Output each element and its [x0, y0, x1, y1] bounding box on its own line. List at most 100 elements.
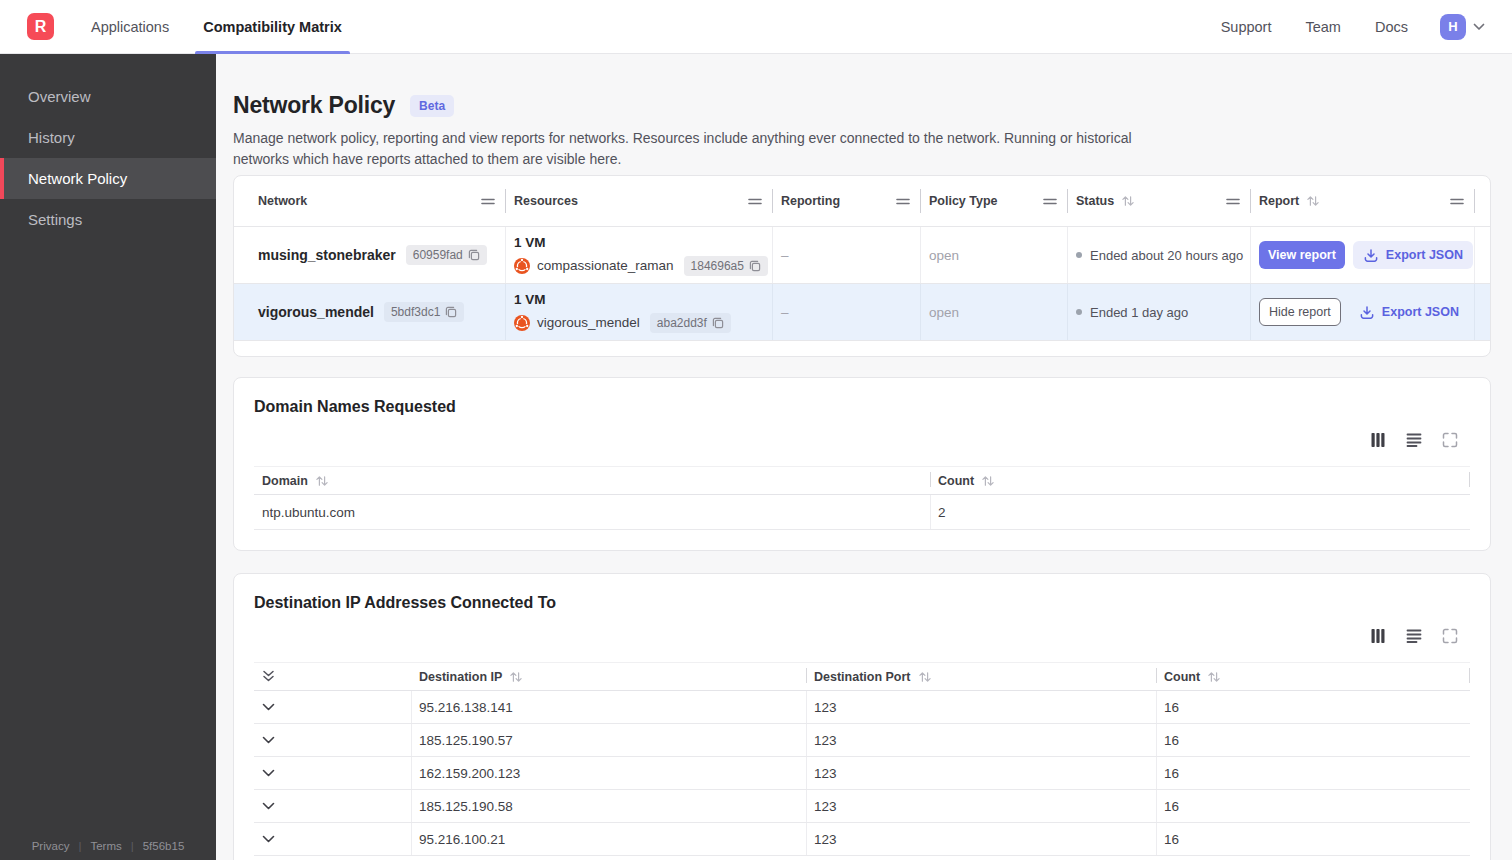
domain-names-card: Domain Names Requested Domain Count ntp.… [233, 377, 1491, 551]
chevron-down-icon[interactable] [262, 769, 275, 778]
dest-table-row[interactable]: 95.216.100.21 123 16 [254, 823, 1470, 856]
table-toolbar [254, 628, 1458, 644]
chevron-down-icon[interactable] [262, 835, 275, 844]
column-header-policy-type[interactable]: Policy Type [921, 176, 1068, 226]
nav-tab-applications[interactable]: Applications [74, 0, 186, 54]
sidebar-item-history[interactable]: History [0, 117, 216, 158]
sidebar-item-overview[interactable]: Overview [0, 76, 216, 117]
dest-table-row[interactable]: 185.125.190.57 123 16 [254, 724, 1470, 757]
resource-name: vigorous_mendel [537, 315, 640, 330]
sort-icon[interactable] [981, 475, 995, 487]
column-header-report[interactable]: Report [1251, 176, 1475, 226]
user-menu[interactable]: H [1440, 14, 1485, 40]
status-cell: Ended 1 day ago [1068, 284, 1251, 340]
fullscreen-icon[interactable] [1442, 432, 1458, 448]
nav-tab-compatibility-matrix[interactable]: Compatibility Matrix [186, 0, 359, 54]
nav-link-docs[interactable]: Docs [1375, 19, 1408, 35]
copy-icon[interactable] [712, 317, 724, 329]
expand-all-icon[interactable] [262, 670, 275, 683]
column-header-count[interactable]: Count [1156, 663, 1470, 691]
column-header-destination-ip[interactable]: Destination IP [411, 663, 806, 691]
copy-icon[interactable] [445, 306, 457, 318]
network-row-vigorous-mendel[interactable]: vigorous_mendel 5bdf3dc1 1 VM vigorous_m… [234, 283, 1490, 341]
privacy-link[interactable]: Privacy [32, 840, 70, 852]
column-header-resources[interactable]: Resources [506, 176, 773, 226]
sort-icon[interactable] [509, 671, 523, 683]
copy-icon[interactable] [468, 249, 480, 261]
ip-cell: 185.125.190.57 [411, 724, 806, 757]
column-resize-handle[interactable] [481, 197, 495, 206]
chevron-down-icon [1473, 23, 1485, 31]
network-name: musing_stonebraker [258, 247, 396, 263]
column-resize-handle[interactable] [1450, 197, 1464, 206]
column-header-destination-port[interactable]: Destination Port [806, 663, 1156, 691]
fullscreen-icon[interactable] [1442, 628, 1458, 644]
resource-name: compassionate_raman [537, 258, 674, 273]
network-policy-table-card: Network Resources Reporting Policy Type … [233, 175, 1491, 357]
avatar[interactable]: H [1440, 14, 1466, 40]
count-cell: 16 [1156, 757, 1470, 790]
sort-icon[interactable] [918, 671, 932, 683]
row-density-icon[interactable] [1406, 628, 1422, 644]
column-header-domain[interactable]: Domain [254, 467, 930, 495]
sidebar-item-settings[interactable]: Settings [0, 199, 216, 240]
column-resize-handle[interactable] [896, 197, 910, 206]
columns-icon[interactable] [1370, 432, 1386, 448]
domain-table-row[interactable]: ntp.ubuntu.com 2 [254, 495, 1470, 530]
vm-count: 1 VM [514, 292, 764, 307]
expand-cell [254, 823, 411, 856]
ip-cell: 162.159.200.123 [411, 757, 806, 790]
column-resize-handle[interactable] [1226, 197, 1240, 206]
column-header-network[interactable]: Network [234, 176, 506, 226]
beta-badge: Beta [410, 95, 454, 117]
row-gutter [1475, 284, 1491, 340]
app-logo[interactable]: R [27, 13, 54, 40]
resources-cell: 1 VM vigorous_mendel aba2dd3f [506, 284, 773, 340]
status-dot [1076, 252, 1082, 258]
hide-report-button[interactable]: Hide report [1259, 298, 1341, 326]
header-gutter [1475, 176, 1490, 226]
main-content: Network Policy Beta Manage network polic… [216, 54, 1512, 860]
nav-link-support[interactable]: Support [1221, 19, 1272, 35]
column-resize-handle[interactable] [748, 197, 762, 206]
nav-link-team[interactable]: Team [1305, 19, 1340, 35]
port-cell: 123 [806, 790, 1156, 823]
port-cell: 123 [806, 823, 1156, 856]
ubuntu-icon [514, 315, 530, 331]
column-header-reporting[interactable]: Reporting [773, 176, 921, 226]
count-cell: 16 [1156, 724, 1470, 757]
chevron-down-icon[interactable] [262, 736, 275, 745]
view-report-button[interactable]: View report [1259, 241, 1345, 269]
primary-nav: Applications Compatibility Matrix [74, 0, 359, 54]
terms-link[interactable]: Terms [90, 840, 121, 852]
row-gutter [1475, 227, 1491, 283]
copy-icon[interactable] [749, 260, 761, 272]
page-description: Manage network policy, reporting and vie… [233, 128, 1141, 170]
export-json-button[interactable]: Export JSON [1349, 298, 1469, 326]
network-row-musing-stonebraker[interactable]: musing_stonebraker 60959fad 1 VM compass… [234, 226, 1490, 283]
column-header-status[interactable]: Status [1068, 176, 1251, 226]
dest-table-row[interactable]: 185.125.190.58 123 16 [254, 790, 1470, 823]
download-icon [1363, 248, 1379, 263]
status-cell: Ended about 20 hours ago [1068, 227, 1251, 283]
row-density-icon[interactable] [1406, 432, 1422, 448]
status-dot [1076, 309, 1082, 315]
chevron-down-icon[interactable] [262, 802, 275, 811]
policy-type-cell: open [921, 227, 1068, 283]
export-json-button[interactable]: Export JSON [1353, 241, 1473, 269]
footer-divider: | [78, 840, 81, 852]
destination-ip-card: Destination IP Addresses Connected To De… [233, 573, 1491, 860]
sidebar-item-network-policy[interactable]: Network Policy [0, 158, 216, 199]
sort-icon[interactable] [1121, 195, 1135, 207]
chevron-down-icon[interactable] [262, 703, 275, 712]
columns-icon[interactable] [1370, 628, 1386, 644]
network-table-header: Network Resources Reporting Policy Type … [234, 176, 1490, 226]
column-header-count[interactable]: Count [930, 467, 1470, 495]
dest-table-row[interactable]: 162.159.200.123 123 16 [254, 757, 1470, 790]
resources-cell: 1 VM compassionate_raman 184696a5 [506, 227, 773, 283]
sort-icon[interactable] [1207, 671, 1221, 683]
dest-table-row[interactable]: 95.216.138.141 123 16 [254, 691, 1470, 724]
sort-icon[interactable] [315, 475, 329, 487]
column-resize-handle[interactable] [1043, 197, 1057, 206]
sort-icon[interactable] [1306, 195, 1320, 207]
